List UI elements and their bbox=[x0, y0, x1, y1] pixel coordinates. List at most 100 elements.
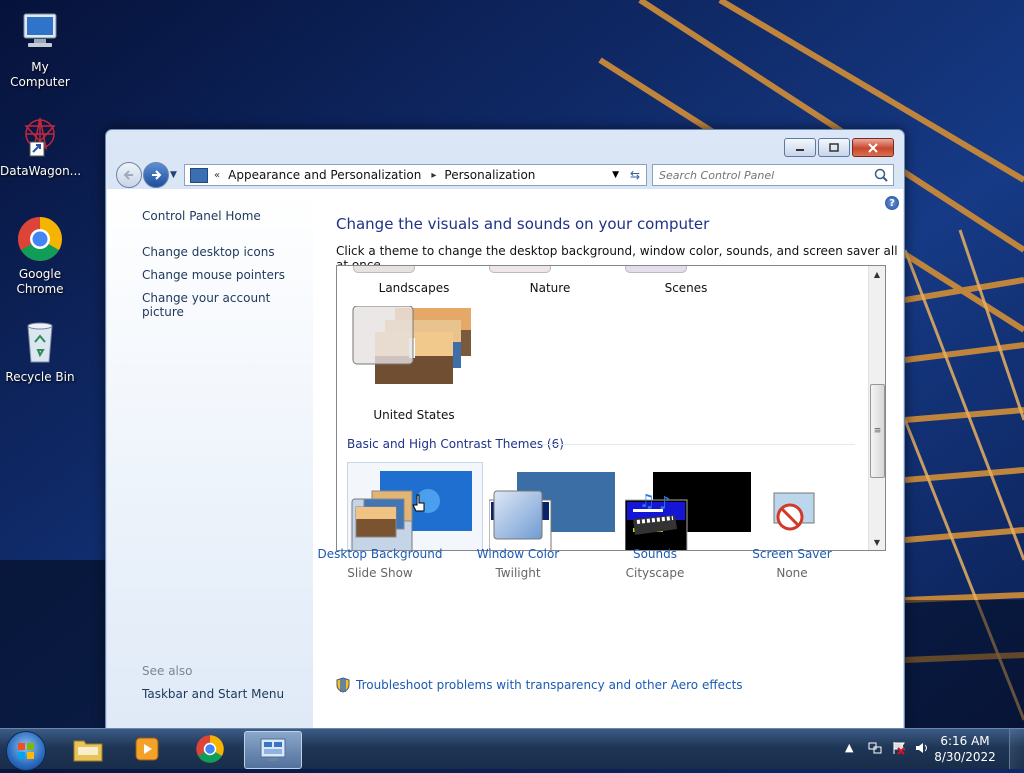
taskbar-explorer-button[interactable] bbox=[60, 731, 116, 767]
shield-icon bbox=[336, 677, 350, 693]
svg-text:♪: ♪ bbox=[659, 493, 671, 514]
theme-label-united-states[interactable]: United States bbox=[349, 408, 479, 422]
close-button[interactable] bbox=[852, 138, 894, 157]
taskbar-control-panel-button[interactable] bbox=[244, 731, 302, 769]
theme-thumbnail-united-states[interactable] bbox=[351, 306, 475, 402]
troubleshoot-link[interactable]: Troubleshoot problems with transparency … bbox=[356, 678, 743, 692]
desktop-icon-recycle-bin[interactable]: Recycle Bin bbox=[0, 318, 80, 385]
desktop-background-icon bbox=[354, 489, 413, 541]
scroll-down-arrow-icon[interactable]: ▼ bbox=[869, 534, 885, 550]
theme-label-landscapes[interactable]: Landscapes bbox=[349, 281, 479, 295]
desktop-icon-label: Recycle Bin bbox=[5, 370, 75, 384]
desktop-icon-label: Google Chrome bbox=[16, 267, 64, 296]
maximize-icon bbox=[829, 142, 839, 152]
sounds-label[interactable]: Sounds bbox=[590, 547, 720, 561]
window-color-label[interactable]: Window Color bbox=[453, 547, 583, 561]
control-panel-home-link[interactable]: Control Panel Home bbox=[142, 209, 261, 223]
forward-arrow-icon bbox=[152, 170, 162, 180]
theme-thumbnail-nature[interactable] bbox=[489, 266, 551, 273]
folder-icon bbox=[73, 740, 103, 762]
sounds-value: Cityscape bbox=[625, 566, 685, 580]
scroll-thumb[interactable]: ≡ bbox=[870, 384, 885, 478]
volume-icon[interactable] bbox=[915, 741, 929, 755]
minimize-icon bbox=[796, 148, 804, 151]
maximize-button[interactable] bbox=[818, 138, 850, 157]
personalization-window: ▼ « Appearance and Personalization ▸ Per… bbox=[105, 129, 905, 730]
scroll-up-arrow-icon[interactable]: ▲ bbox=[869, 266, 885, 282]
chrome-icon bbox=[16, 215, 64, 263]
recent-pages-dropdown[interactable]: ▼ bbox=[170, 170, 177, 180]
network-icon[interactable] bbox=[868, 741, 882, 755]
recycle-bin-icon bbox=[16, 318, 64, 366]
control-panel-icon bbox=[190, 167, 208, 183]
search-box[interactable] bbox=[652, 164, 894, 186]
refresh-button[interactable]: ⇆ bbox=[624, 164, 647, 186]
see-also-heading: See also bbox=[142, 664, 193, 678]
search-icon[interactable] bbox=[873, 167, 889, 183]
desktop-icon-label: DataWagon... bbox=[0, 164, 82, 178]
troubleshoot-row[interactable]: Troubleshoot problems with transparency … bbox=[336, 677, 743, 693]
screen-saver-value: None bbox=[776, 566, 808, 580]
theme-thumbnail-scenes[interactable] bbox=[625, 266, 687, 273]
window-color-icon bbox=[492, 489, 544, 541]
show-hidden-icons-icon[interactable]: ▲ bbox=[845, 741, 859, 755]
window-content: Control Panel Home Change desktop icons … bbox=[107, 189, 903, 729]
desktop-background-label[interactable]: Desktop Background bbox=[315, 547, 445, 561]
breadcrumb-separator-icon[interactable]: ▸ bbox=[431, 170, 436, 181]
theme-label-nature[interactable]: Nature bbox=[485, 281, 615, 295]
clock[interactable]: 6:16 AM 8/30/2022 bbox=[930, 733, 1000, 765]
sounds-icon: ♫ ♪ bbox=[629, 489, 681, 541]
theme-list-scrollbar[interactable]: ▲ ≡ ▼ bbox=[868, 266, 885, 550]
taskbar-start-menu-link[interactable]: Taskbar and Start Menu bbox=[142, 687, 284, 701]
theme-label-scenes[interactable]: Scenes bbox=[621, 281, 751, 295]
desktop-icon-my-computer[interactable]: My Computer bbox=[0, 8, 80, 90]
show-desktop-button[interactable] bbox=[1009, 729, 1024, 769]
screen-saver-setting[interactable]: Screen Saver None bbox=[727, 489, 857, 580]
screen-saver-icon bbox=[766, 489, 818, 541]
breadcrumb-appearance[interactable]: Appearance and Personalization bbox=[228, 168, 421, 182]
search-input[interactable] bbox=[653, 167, 873, 183]
back-button[interactable] bbox=[116, 162, 142, 188]
address-bar[interactable]: « Appearance and Personalization ▸ Perso… bbox=[184, 164, 626, 186]
forward-button[interactable] bbox=[143, 162, 169, 188]
change-account-picture-link[interactable]: Change your account picture bbox=[142, 291, 313, 319]
taskbar: ▲ 6:16 AM 8/30/2022 bbox=[0, 728, 1024, 771]
address-dropdown-icon[interactable]: ▼ bbox=[612, 170, 619, 180]
change-mouse-pointers-link[interactable]: Change mouse pointers bbox=[142, 268, 285, 282]
windows-logo-icon bbox=[18, 743, 34, 759]
screen-saver-label[interactable]: Screen Saver bbox=[727, 547, 857, 561]
theme-thumbnail-landscapes[interactable] bbox=[353, 266, 415, 273]
desktop-background-value: Slide Show bbox=[347, 566, 413, 580]
main-pane: ? Change the visuals and sounds on your … bbox=[313, 189, 903, 729]
breadcrumb-personalization[interactable]: Personalization bbox=[444, 168, 535, 182]
media-player-icon bbox=[135, 737, 159, 761]
page-title: Change the visuals and sounds on your co… bbox=[336, 215, 710, 233]
minimize-button[interactable] bbox=[784, 138, 816, 157]
svg-text:♫: ♫ bbox=[639, 491, 655, 512]
window-color-setting[interactable]: Window Color Twilight bbox=[453, 489, 583, 580]
desktop-icon-label: My Computer bbox=[10, 60, 70, 89]
change-desktop-icons-link[interactable]: Change desktop icons bbox=[142, 245, 275, 259]
taskbar-chrome-button[interactable] bbox=[182, 731, 238, 767]
back-arrow-icon bbox=[123, 170, 133, 180]
sounds-setting[interactable]: ♫ ♪ Sounds Cityscape bbox=[590, 489, 720, 580]
datawagon-icon bbox=[16, 112, 64, 160]
left-pane: Control Panel Home Change desktop icons … bbox=[107, 189, 313, 729]
desktop-background-setting[interactable]: Desktop Background Slide Show bbox=[315, 489, 445, 580]
basic-themes-heading: Basic and High Contrast Themes (6) bbox=[347, 437, 564, 451]
title-bar[interactable] bbox=[106, 130, 904, 160]
chrome-icon bbox=[196, 735, 224, 763]
action-center-icon[interactable] bbox=[892, 741, 906, 755]
clock-date: 8/30/2022 bbox=[934, 750, 996, 764]
help-icon[interactable]: ? bbox=[885, 196, 899, 210]
desktop-icon-datawagon[interactable]: DataWagon... bbox=[0, 112, 82, 179]
start-button[interactable] bbox=[6, 731, 46, 771]
computer-icon bbox=[16, 8, 64, 56]
taskbar-media-player-button[interactable] bbox=[119, 731, 175, 767]
overflow-chevron[interactable]: « bbox=[214, 170, 220, 181]
clock-time: 6:16 AM bbox=[940, 734, 990, 748]
section-divider bbox=[541, 444, 855, 445]
desktop-icon-google-chrome[interactable]: Google Chrome bbox=[0, 215, 80, 297]
window-color-value: Twilight bbox=[495, 566, 541, 580]
navigation-bar: ▼ « Appearance and Personalization ▸ Per… bbox=[112, 162, 898, 188]
